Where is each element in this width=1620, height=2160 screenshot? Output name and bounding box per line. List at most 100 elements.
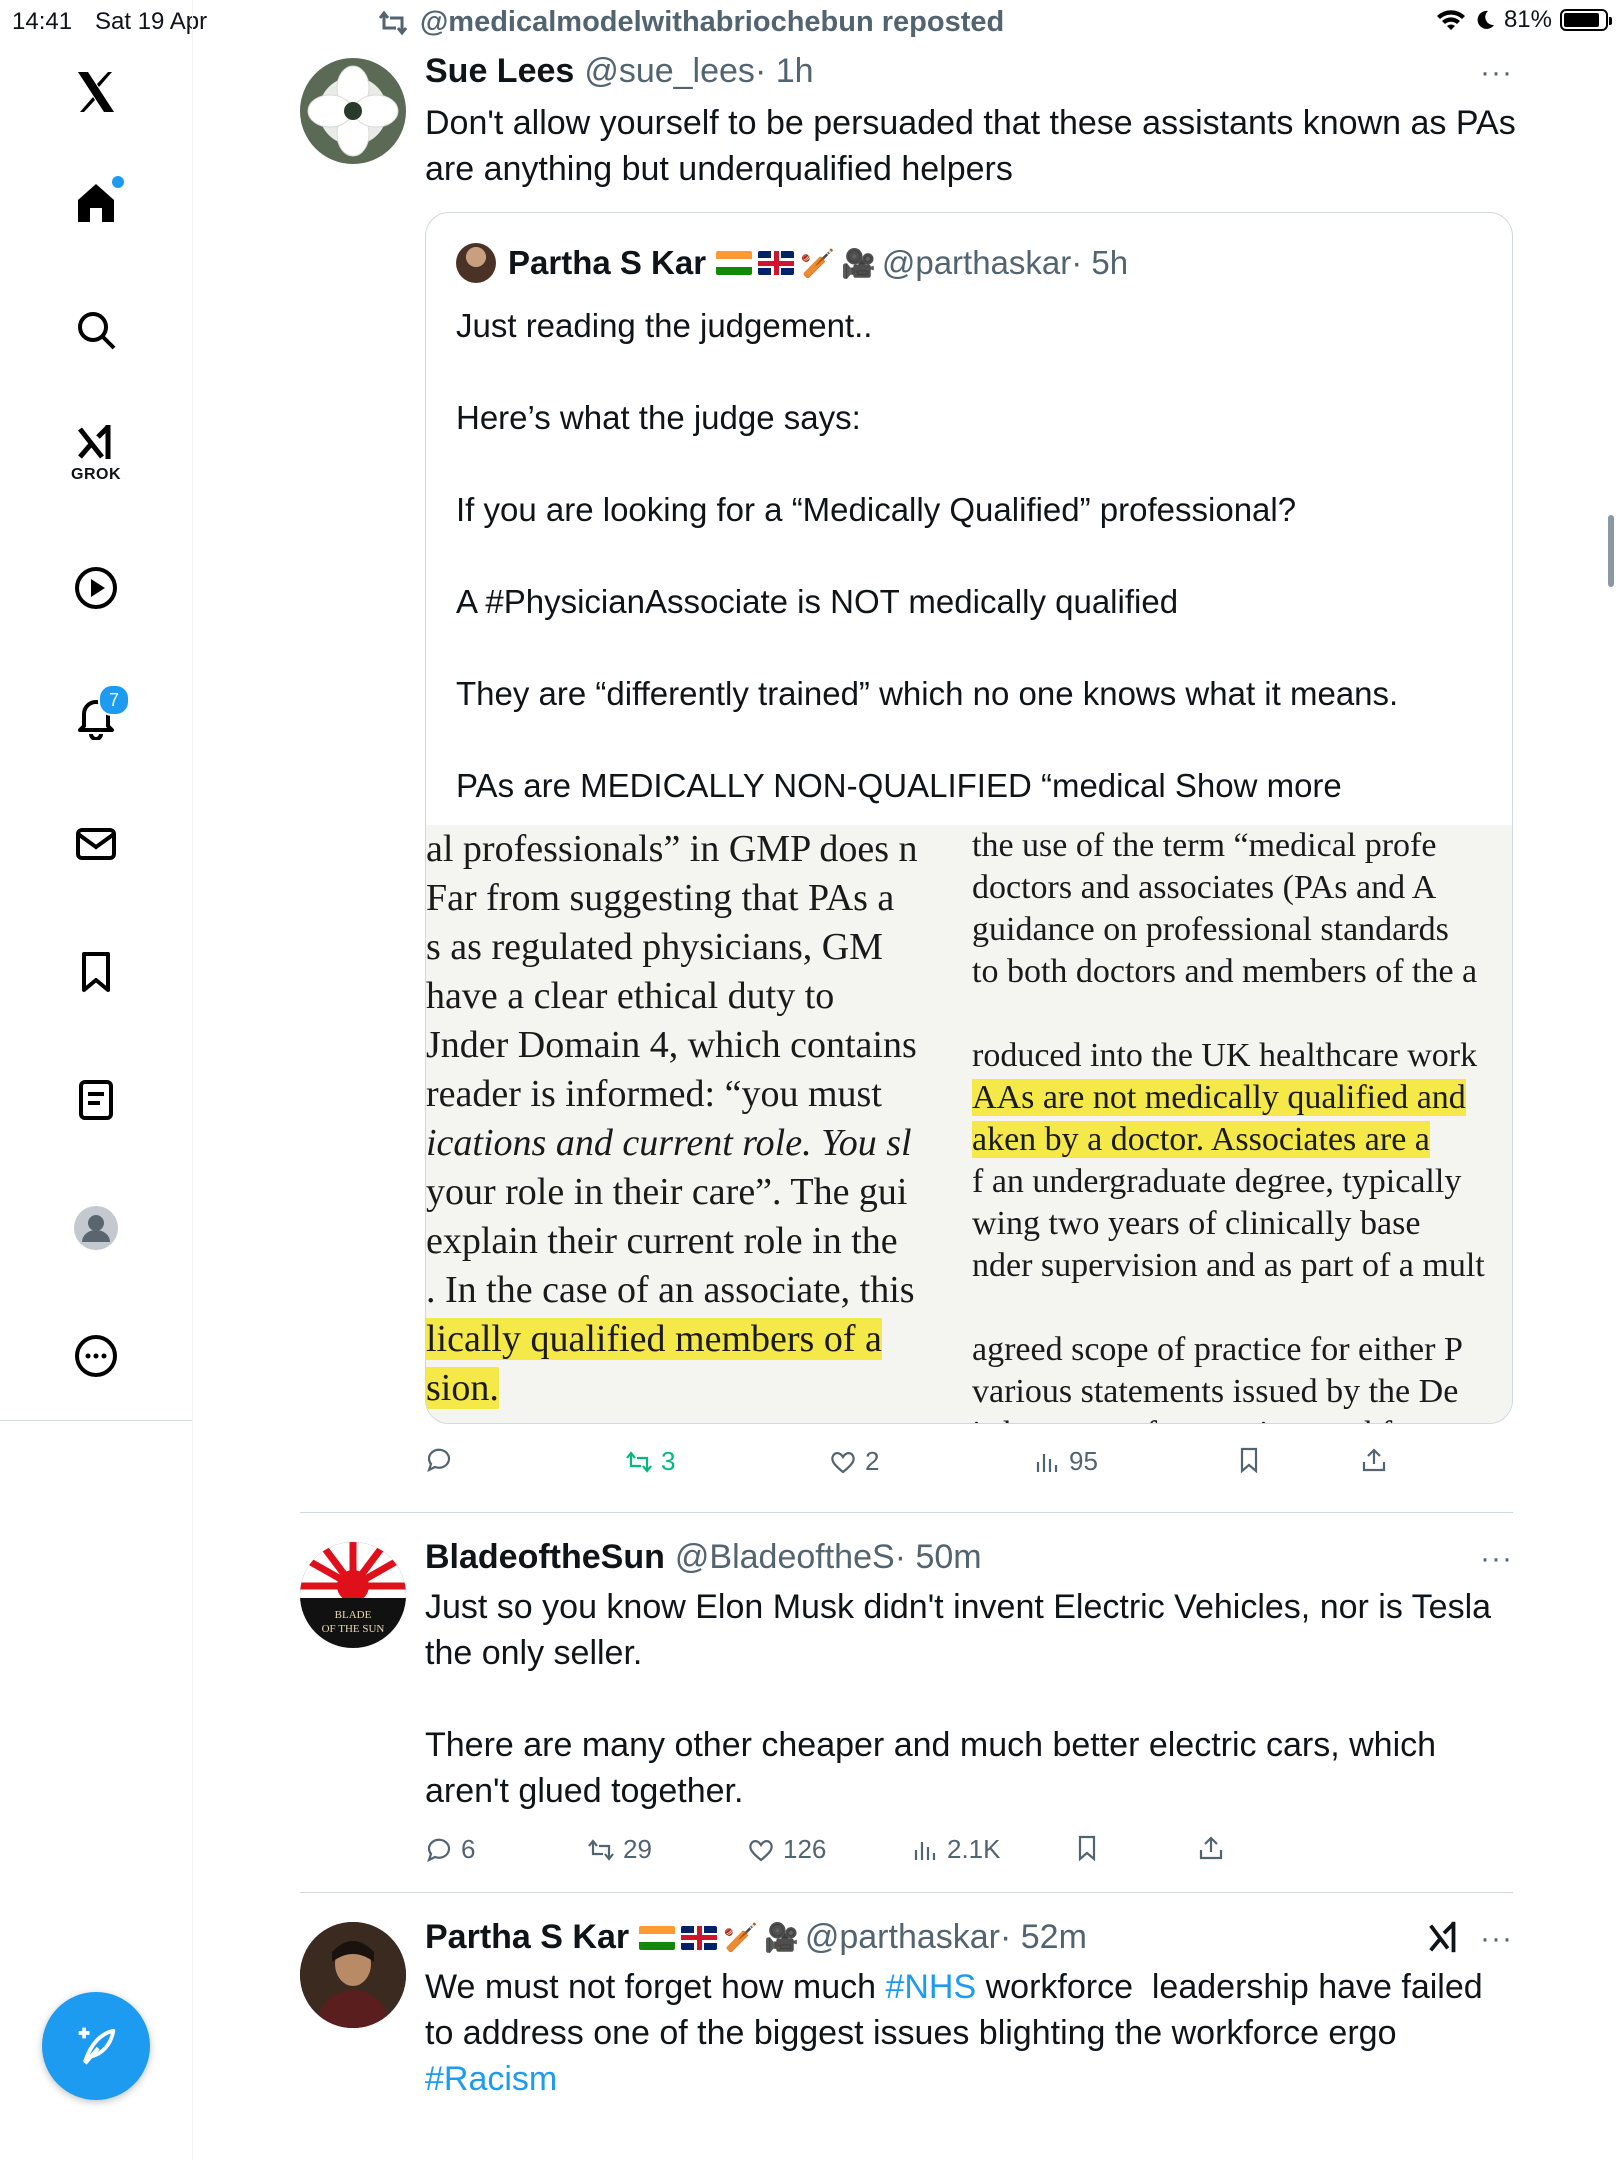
white-flower-avatar-image	[307, 65, 399, 157]
india-flag-icon	[639, 1925, 676, 1950]
x-logo-icon[interactable]	[56, 52, 136, 132]
repost-banner-text: @medicalmodelwithabriochebun reposted	[420, 6, 1005, 38]
repost-button[interactable]: 29	[587, 1834, 652, 1865]
avatar[interactable]	[300, 58, 406, 164]
doc-line: al professionals” in GMP does n	[426, 828, 918, 870]
quote-body: Just reading the judgement.. Here’s what…	[456, 307, 1399, 804]
like-count: 2	[865, 1446, 880, 1476]
uk-flag-icon	[681, 1925, 718, 1950]
bookmark-icon[interactable]	[56, 932, 136, 1012]
doc-line: your role in their care”. The gui	[426, 1171, 908, 1213]
reply-icon	[427, 1448, 451, 1473]
doc-line-highlighted: AAs are not medically qualified and	[972, 1079, 1466, 1116]
quote-author-name: Partha S Kar	[508, 244, 707, 281]
tweet-text-part: We must not forget how much	[425, 1968, 886, 2006]
sidebar: GROK 7	[0, 0, 193, 2160]
quote-text: Just reading the judgement.. Here’s what…	[456, 303, 1486, 809]
bell-icon[interactable]: 7	[56, 676, 136, 756]
hashtag-link[interactable]: #NHS	[885, 1968, 976, 2006]
quote-header: Partha S Kar 🏏 🎥 @parthaskar · 5h	[456, 243, 1128, 283]
author-handle[interactable]: @sue_lees	[584, 52, 755, 91]
grok-icon[interactable]: GROK	[56, 410, 136, 490]
tweet-text: Just so you know Elon Musk didn't invent…	[425, 1588, 1492, 1810]
bookmark-button[interactable]	[1235, 1446, 1263, 1474]
document-right-column: the use of the term “medical profe docto…	[972, 825, 1512, 1423]
hashtag-link[interactable]: #Racism	[425, 2060, 557, 2098]
share-button[interactable]	[1197, 1834, 1225, 1862]
avatar[interactable]	[300, 1922, 406, 2028]
bookmark-icon	[1078, 1835, 1096, 1862]
doc-line: wing two years of clinically base	[972, 1205, 1421, 1242]
list-icon[interactable]	[56, 1060, 136, 1140]
like-button[interactable]: 126	[747, 1834, 826, 1865]
reply-icon	[427, 1838, 451, 1862]
bookmark-button[interactable]	[1073, 1834, 1101, 1862]
repost-count: 3	[661, 1446, 676, 1476]
doc-line: agreed scope of practice for either P	[972, 1331, 1463, 1368]
reply-button[interactable]: 6	[425, 1834, 475, 1865]
doc-line	[972, 1287, 1512, 1329]
rising-sun-avatar-image: BLADE OF THE SUN	[300, 1542, 406, 1648]
grok-icon[interactable]	[1425, 1918, 1463, 1964]
tweet-header: Sue Lees @sue_lees · 1h	[425, 52, 814, 91]
views-icon	[914, 1841, 936, 1860]
doc-line	[972, 993, 1512, 1035]
home-icon[interactable]	[56, 162, 136, 242]
author-name[interactable]: Sue Lees	[425, 52, 574, 91]
uk-flag-icon	[758, 251, 795, 275]
show-more-link[interactable]: Show more	[1175, 767, 1342, 804]
doc-line-highlighted: aken by a doctor. Associates are a	[972, 1121, 1430, 1158]
views-button[interactable]: 2.1K	[911, 1834, 1001, 1865]
more-icon[interactable]	[56, 1316, 136, 1396]
author-handle[interactable]: @BladeoftheS	[675, 1538, 895, 1577]
tweet-time[interactable]: · 1h	[755, 52, 814, 91]
doc-line: have a clear ethical duty to	[426, 975, 835, 1017]
repost-button[interactable]: 3	[625, 1446, 675, 1477]
notifications-badge: 7	[98, 684, 130, 716]
profile-icon[interactable]	[56, 1188, 136, 1268]
more-options-button[interactable]: ···	[1480, 1542, 1513, 1576]
movie-camera-icon: 🎥	[763, 1922, 799, 1953]
tweet-time[interactable]: · 52m	[1000, 1918, 1087, 1957]
heart-icon	[831, 1451, 855, 1473]
bookmark-icon	[1240, 1447, 1258, 1474]
scrollbar-thumb[interactable]	[1608, 515, 1614, 587]
repost-banner[interactable]: @medicalmodelwithabriochebun reposted	[378, 6, 1004, 39]
cricket-icon: 🏏	[800, 247, 835, 279]
doc-line: . In the case of an associate, this	[426, 1269, 915, 1311]
tweet-time[interactable]: · 50m	[895, 1538, 982, 1577]
share-button[interactable]	[1360, 1446, 1388, 1474]
mail-icon[interactable]	[56, 804, 136, 884]
battery-icon	[1560, 9, 1612, 31]
compose-button[interactable]	[42, 1992, 150, 2100]
video-icon[interactable]	[56, 548, 136, 628]
india-flag-icon	[716, 251, 753, 275]
reply-button[interactable]	[425, 1446, 461, 1474]
sidebar-divider	[0, 1420, 192, 1421]
doc-line: doctors and associates (PAs and A	[972, 869, 1437, 906]
repost-count: 29	[623, 1834, 652, 1864]
tweet-text: We must not forget how much #NHS workfor…	[425, 1964, 1515, 2102]
author-handle[interactable]: @parthaskar	[805, 1918, 1000, 1957]
like-count: 126	[783, 1834, 827, 1864]
avatar[interactable]: BLADE OF THE SUN	[300, 1542, 406, 1648]
quoted-tweet[interactable]: Partha S Kar 🏏 🎥 @parthaskar · 5h Just r…	[425, 212, 1513, 1424]
judgement-document-image[interactable]: al professionals” in GMP does n Far from…	[426, 825, 1512, 1423]
document-left-column: al professionals” in GMP does n Far from…	[426, 825, 972, 1423]
tweet-divider	[300, 1892, 1513, 1893]
share-icon	[1199, 1836, 1223, 1860]
search-icon[interactable]	[56, 290, 136, 370]
views-button[interactable]: 95	[1033, 1446, 1098, 1477]
reply-count: 6	[461, 1834, 476, 1864]
author-name[interactable]: Partha S Kar	[425, 1918, 629, 1957]
doc-line: Far from suggesting that PAs a	[426, 877, 895, 919]
share-icon	[1362, 1448, 1386, 1472]
doc-line: guidance on professional standards	[972, 911, 1449, 948]
wifi-icon	[1436, 10, 1465, 30]
more-options-button[interactable]: ···	[1480, 56, 1513, 90]
battery-percent: 81%	[1503, 6, 1552, 33]
author-name[interactable]: BladeoftheSun	[425, 1538, 665, 1577]
more-options-button[interactable]: ···	[1480, 1922, 1513, 1956]
like-button[interactable]: 2	[829, 1446, 879, 1477]
svg-text:BLADE: BLADE	[335, 1609, 372, 1621]
